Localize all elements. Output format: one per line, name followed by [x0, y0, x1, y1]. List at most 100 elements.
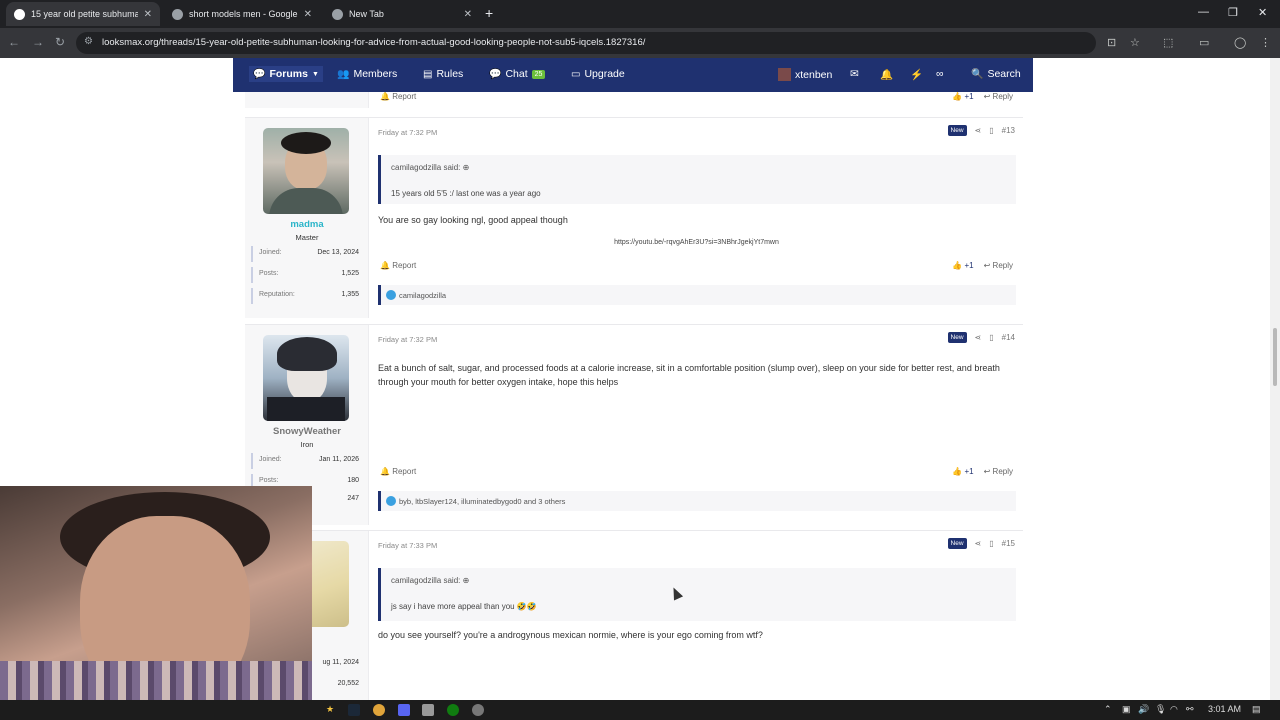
- like-button[interactable]: 👍 +1: [952, 92, 973, 101]
- widgets-icon[interactable]: ★: [326, 704, 334, 715]
- share-icon[interactable]: ⋖: [975, 333, 982, 342]
- close-tab-icon[interactable]: ✕: [144, 9, 152, 20]
- scrollbar-thumb[interactable]: [1273, 328, 1277, 386]
- upgrade-icon: ▭: [571, 68, 581, 80]
- post-number[interactable]: #15: [1002, 539, 1015, 548]
- report-link[interactable]: 🔔 Report: [380, 92, 416, 101]
- reply-button[interactable]: ↩ Reply: [984, 92, 1013, 101]
- nav-members[interactable]: 👥 Members: [337, 68, 397, 80]
- link-icon[interactable]: ∞: [936, 68, 944, 80]
- tab-label: New Tab: [349, 9, 384, 19]
- user-avatar: [778, 68, 791, 81]
- extensions-icon[interactable]: ⬚: [1163, 36, 1173, 49]
- vote-bar: 👍 +1 ↩ Reply: [952, 92, 1013, 101]
- like-button[interactable]: 👍 +1: [952, 467, 973, 476]
- forward-icon[interactable]: →: [32, 35, 44, 49]
- post-date[interactable]: Friday at 7:32 PM: [378, 335, 437, 344]
- bookmark-icon[interactable]: ▯: [989, 126, 993, 135]
- minimize-icon[interactable]: —: [1198, 6, 1209, 18]
- mic-icon[interactable]: 🎙: [1155, 704, 1166, 715]
- quote-author[interactable]: camilagodzilla said: ⊕: [391, 163, 469, 172]
- reactions-bar[interactable]: byb, ltbSlayer124, illuminatedbygod0 and…: [378, 491, 1016, 511]
- profile-icon[interactable]: ◯: [1234, 36, 1246, 49]
- wifi-icon[interactable]: ◠: [1170, 704, 1178, 715]
- quote-author[interactable]: camilagodzilla said: ⊕: [391, 576, 469, 585]
- nav-search[interactable]: 🔍 Search: [971, 68, 1021, 80]
- stat-label: Joined:: [259, 456, 282, 463]
- clock-icon[interactable]: [472, 704, 484, 716]
- stat-value: ug 11, 2024: [322, 659, 359, 666]
- reply-button[interactable]: ↩ Reply: [984, 467, 1013, 476]
- calculator-icon[interactable]: [422, 704, 434, 716]
- steam-icon[interactable]: [348, 704, 360, 716]
- report-link[interactable]: 🔔 Report: [380, 261, 416, 270]
- nav-username: xtenben: [795, 68, 833, 81]
- notifications-icon[interactable]: ▤: [1252, 704, 1261, 715]
- author-avatar[interactable]: [263, 128, 349, 214]
- report-link[interactable]: 🔔 Report: [380, 467, 416, 476]
- post-date[interactable]: Friday at 7:32 PM: [378, 128, 437, 137]
- bolt-icon[interactable]: ⚡: [910, 68, 923, 81]
- like-button[interactable]: 👍 +1: [952, 261, 973, 270]
- nav-rules[interactable]: ▤ Rules: [423, 68, 463, 80]
- quote-arrow-icon[interactable]: ⊕: [463, 576, 470, 585]
- network-icon[interactable]: ⚯: [1186, 704, 1194, 715]
- previous-post-sidebar: [245, 92, 369, 108]
- side-panel-icon[interactable]: ▭: [1199, 36, 1209, 49]
- looksmax-favicon-icon: [14, 8, 25, 20]
- volume-icon[interactable]: 🔊: [1138, 704, 1149, 715]
- bookmark-icon[interactable]: ▯: [989, 333, 993, 342]
- quote-text-label: js say i have more appeal than you: [391, 602, 515, 611]
- bookmark-star-icon[interactable]: ☆: [1130, 36, 1140, 49]
- tray-app-icon[interactable]: ▣: [1122, 704, 1131, 715]
- messages-envelope-icon[interactable]: ✉: [850, 68, 859, 80]
- nav-upgrade[interactable]: ▭ Upgrade: [571, 68, 625, 80]
- alerts-bell-icon[interactable]: 🔔: [880, 68, 893, 81]
- chrome-icon[interactable]: [373, 704, 385, 716]
- close-tab-icon[interactable]: ✕: [304, 9, 312, 20]
- xbox-icon[interactable]: [447, 704, 459, 716]
- author-avatar[interactable]: [263, 335, 349, 421]
- post-number[interactable]: #13: [1002, 126, 1015, 135]
- close-window-icon[interactable]: ✕: [1258, 6, 1267, 19]
- back-icon[interactable]: ←: [8, 35, 20, 49]
- forums-dropdown-icon[interactable]: ▼: [312, 71, 319, 78]
- clock-time[interactable]: 3:01 AM: [1208, 704, 1241, 714]
- tray-chevron-icon[interactable]: ⌃: [1104, 704, 1112, 715]
- address-url[interactable]: looksmax.org/threads/15-year-old-petite-…: [102, 37, 645, 48]
- quote-arrow-icon[interactable]: ⊕: [463, 163, 470, 172]
- share-icon[interactable]: ⋖: [975, 126, 982, 135]
- install-icon[interactable]: ⊡: [1107, 36, 1116, 49]
- stat-label: Posts:: [259, 270, 279, 277]
- reactions-bar[interactable]: camilagodzilla: [378, 285, 1016, 305]
- avatar-hair: [281, 132, 331, 154]
- reload-icon[interactable]: ↻: [55, 35, 65, 49]
- share-icon[interactable]: ⋖: [975, 539, 982, 548]
- close-tab-icon[interactable]: ✕: [464, 9, 472, 20]
- tab-looksmax[interactable]: 15 year old petite subhuman lo ✕: [6, 2, 160, 26]
- post-actions: New ⋖ ▯ #13: [947, 125, 1015, 136]
- windows-taskbar: ★ ⌃ ▣ 🔊 🎙 ◠ ⚯ 3:01 AM ▤: [0, 700, 1280, 720]
- new-tab-plus-icon[interactable]: +: [485, 5, 493, 21]
- discord-icon[interactable]: [398, 704, 410, 716]
- restore-icon[interactable]: ❐: [1228, 6, 1238, 19]
- stat-posts: Posts: 1,525: [251, 267, 363, 283]
- nav-forums[interactable]: 💬 Forums ▼: [249, 66, 323, 82]
- site-info-icon[interactable]: ⚙: [84, 36, 93, 47]
- post-number[interactable]: #14: [1002, 333, 1015, 342]
- tab-new[interactable]: New Tab ✕: [324, 2, 480, 26]
- author-name[interactable]: madma: [245, 219, 369, 230]
- menu-kebab-icon[interactable]: ⋮: [1260, 36, 1271, 49]
- members-icon: 👥: [337, 68, 350, 80]
- post-link[interactable]: https://youtu.be/-rqvgAhEr3U?si=3NBhrJge…: [370, 239, 1023, 246]
- page-scrollbar[interactable]: [1270, 58, 1280, 700]
- tab-google[interactable]: short models men - Google Se ✕: [164, 2, 320, 26]
- nav-user[interactable]: xtenben: [778, 68, 832, 81]
- address-bar[interactable]: ⚙ looksmax.org/threads/15-year-old-petit…: [76, 32, 1096, 54]
- post-date[interactable]: Friday at 7:33 PM: [378, 541, 437, 550]
- author-name[interactable]: SnowyWeather: [245, 426, 369, 437]
- stat-value: Dec 13, 2024: [317, 249, 359, 256]
- nav-chat[interactable]: 💬 Chat 25: [489, 68, 546, 80]
- bookmark-icon[interactable]: ▯: [989, 539, 993, 548]
- reply-button[interactable]: ↩ Reply: [984, 261, 1013, 270]
